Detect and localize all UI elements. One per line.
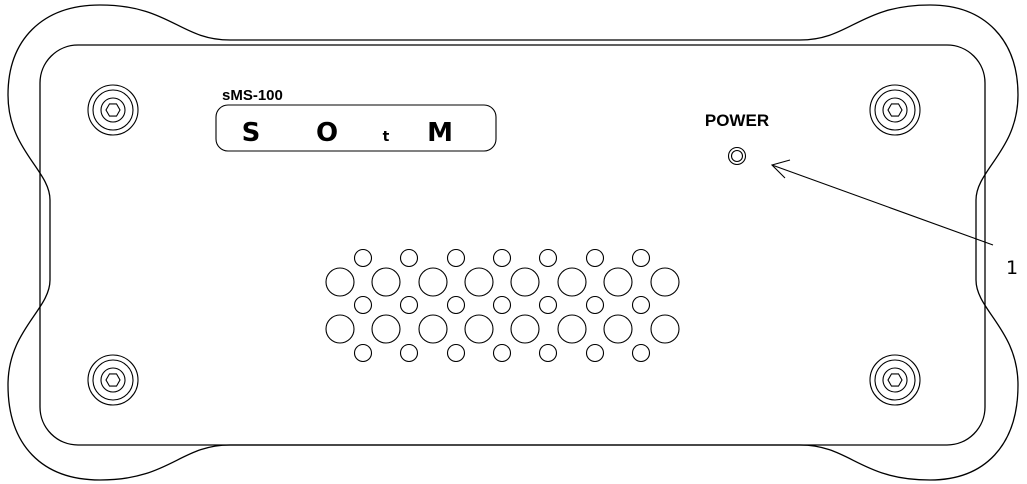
vent-hole: [557, 267, 587, 297]
screw-top-left: [87, 84, 139, 136]
vent-hole: [418, 314, 448, 344]
vent-hole: [631, 295, 651, 315]
front-panel-drawing: sMS-100 S O t M POWER 1: [7, 4, 1019, 481]
vent-hole: [510, 314, 540, 344]
screw-bottom-right: [869, 354, 921, 406]
vent-hole: [538, 343, 558, 363]
vent-hole: [631, 343, 651, 363]
vent-hole: [492, 343, 512, 363]
callout-arrow: [770, 159, 994, 246]
vent-hole: [603, 314, 633, 344]
logo-letter-o: O: [316, 118, 338, 148]
vent-hole: [353, 343, 373, 363]
vent-hole: [538, 248, 558, 268]
power-led-indicator: [727, 146, 747, 166]
vent-hole: [399, 343, 419, 363]
vent-hole: [631, 248, 651, 268]
vent-hole: [464, 314, 494, 344]
logo-plate: S O t M: [215, 104, 497, 152]
ventilation-grille: [325, 248, 680, 363]
vent-hole: [603, 267, 633, 297]
vent-hole: [446, 248, 466, 268]
logo-letter-m: M: [427, 118, 453, 148]
logo-letter-s: S: [242, 118, 261, 148]
vent-hole: [585, 295, 605, 315]
enclosure-outer-outline: [7, 4, 1019, 481]
vent-hole: [399, 295, 419, 315]
vent-hole: [399, 248, 419, 268]
vent-hole: [418, 267, 448, 297]
screw-top-right: [869, 84, 921, 136]
vent-hole: [446, 343, 466, 363]
vent-hole: [325, 314, 355, 344]
vent-hole: [538, 295, 558, 315]
device-front-panel-diagram: sMS-100 S O t M POWER 1: [0, 0, 1027, 484]
vent-hole: [492, 248, 512, 268]
callout-number-label: 1: [1006, 257, 1018, 279]
vent-hole: [371, 267, 401, 297]
vent-hole: [650, 314, 680, 344]
model-label: sMS-100: [222, 87, 283, 104]
vent-hole: [650, 267, 680, 297]
vent-hole: [464, 267, 494, 297]
power-label: POWER: [705, 111, 769, 130]
vent-hole: [325, 267, 355, 297]
screw-bottom-left: [87, 354, 139, 406]
vent-hole: [446, 295, 466, 315]
vent-hole: [510, 267, 540, 297]
vent-hole: [585, 248, 605, 268]
vent-hole: [353, 295, 373, 315]
vent-hole: [492, 295, 512, 315]
front-face-panel: [39, 44, 986, 446]
vent-hole: [585, 343, 605, 363]
vent-hole: [353, 248, 373, 268]
vent-hole: [371, 314, 401, 344]
logo-letter-t: t: [383, 129, 390, 145]
vent-hole: [557, 314, 587, 344]
